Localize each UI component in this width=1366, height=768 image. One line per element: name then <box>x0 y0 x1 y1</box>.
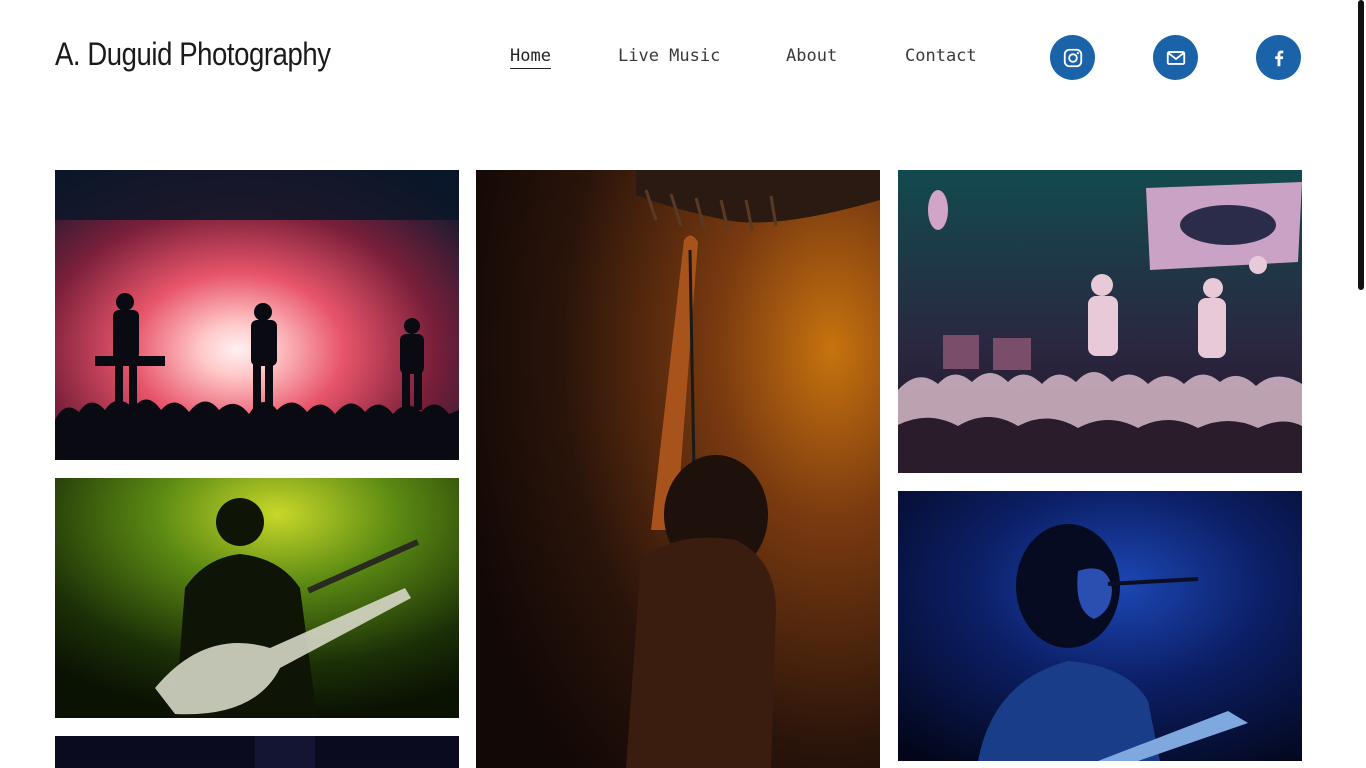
photo-image <box>55 478 459 718</box>
nav-home[interactable]: Home <box>510 46 551 69</box>
facebook-icon <box>1274 50 1283 66</box>
nav-live-music[interactable]: Live Music <box>618 46 720 66</box>
instagram-button[interactable] <box>1050 35 1095 80</box>
instagram-icon <box>1063 48 1082 67</box>
facebook-button[interactable] <box>1256 35 1301 80</box>
email-button[interactable] <box>1153 35 1198 80</box>
gallery-photo-singer-blue[interactable] <box>898 491 1302 761</box>
gallery-photo-band-crowd-purple[interactable] <box>898 170 1302 473</box>
email-icon <box>1166 50 1185 65</box>
nav-contact[interactable]: Contact <box>905 46 977 66</box>
nav-about[interactable]: About <box>786 46 837 66</box>
photo-image <box>55 736 459 768</box>
gallery-photo-bassist-green[interactable] <box>55 478 459 718</box>
photo-image <box>476 170 880 768</box>
site-title[interactable]: A. Duguid Photography <box>55 36 331 73</box>
photo-image <box>898 491 1302 761</box>
gallery-photo-dark-stage[interactable] <box>55 736 459 768</box>
photo-image <box>55 170 459 460</box>
gallery-photo-band-red[interactable] <box>55 170 459 460</box>
gallery-photo-singer-amber[interactable] <box>476 170 880 768</box>
scrollbar-thumb[interactable] <box>1358 0 1364 290</box>
photo-image <box>898 170 1302 473</box>
scrollbar[interactable] <box>1356 0 1366 768</box>
